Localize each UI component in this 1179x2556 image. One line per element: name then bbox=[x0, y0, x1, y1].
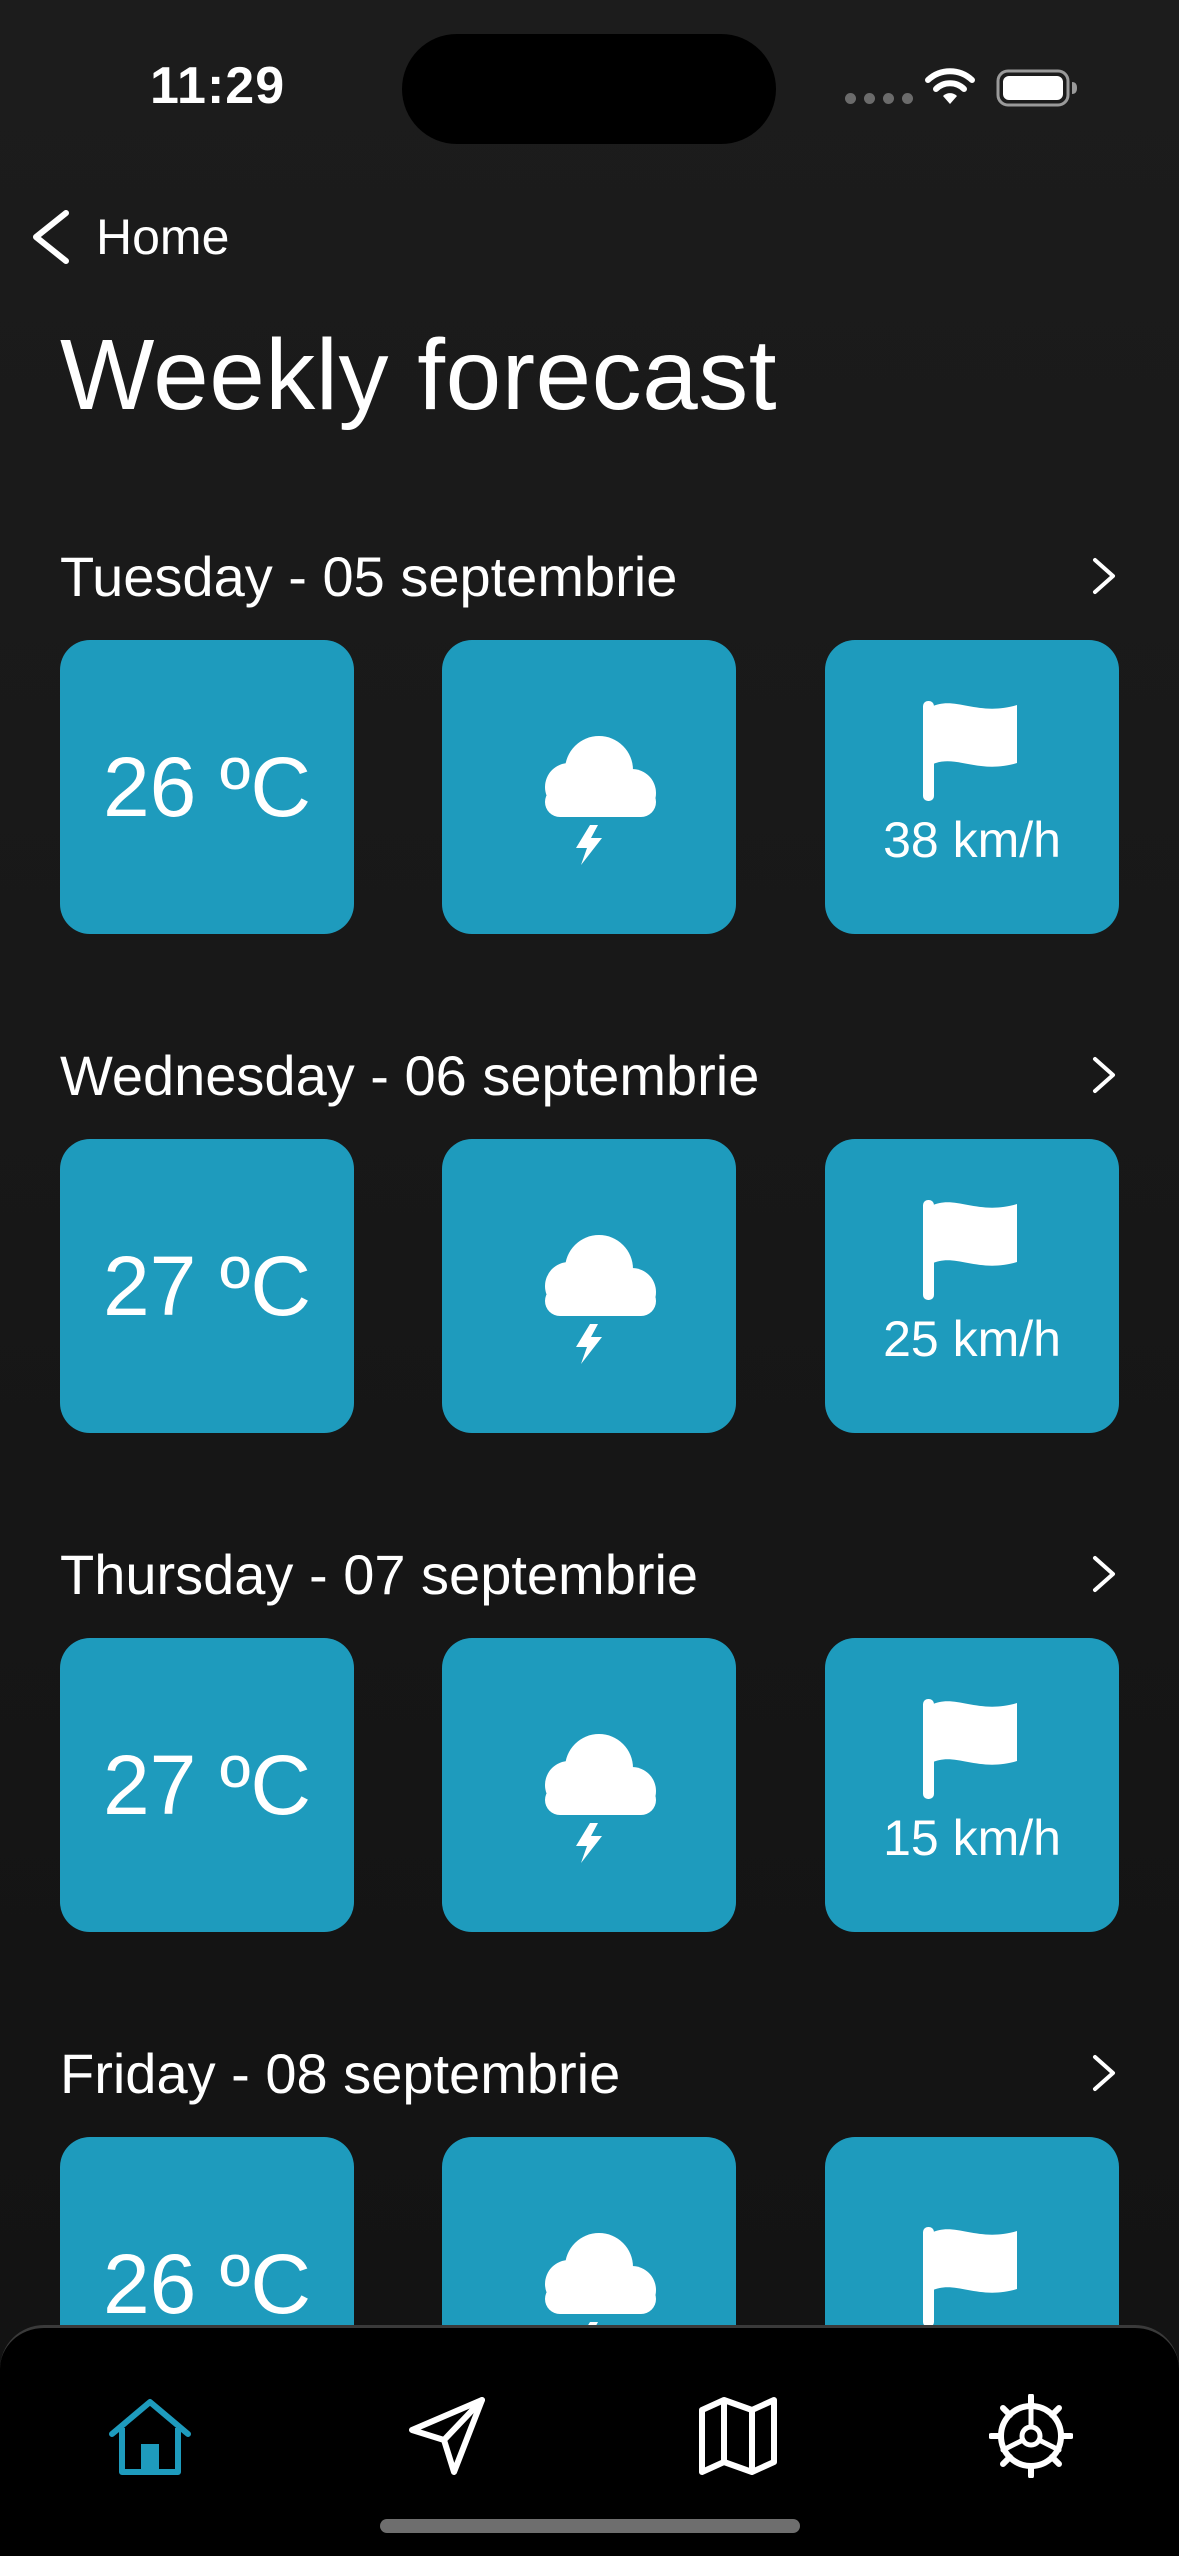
wind-speed: 38 km/h bbox=[883, 812, 1061, 868]
wifi-icon bbox=[925, 68, 975, 104]
temperature-value: 27 ºC bbox=[102, 1737, 312, 1832]
tab-home[interactable] bbox=[102, 2388, 198, 2484]
tab-bar bbox=[0, 2325, 1179, 2556]
chevron-right-icon bbox=[1093, 558, 1115, 594]
wind-speed: 25 km/h bbox=[883, 1311, 1061, 1367]
condition-card[interactable] bbox=[442, 640, 736, 934]
wind-card[interactable]: 38 km/h bbox=[825, 640, 1119, 934]
tab-map[interactable] bbox=[690, 2388, 786, 2484]
wind-speed: 15 km/h bbox=[883, 1810, 1061, 1866]
wind-card[interactable]: 15 km/h bbox=[825, 1638, 1119, 1932]
page-title: Weekly forecast bbox=[60, 319, 778, 431]
flag-icon bbox=[923, 1699, 1017, 1799]
day-header[interactable]: Thursday - 07 septembrie bbox=[60, 1534, 1119, 1614]
chevron-right-icon bbox=[1093, 1057, 1115, 1093]
day-title: Wednesday - 06 septembrie bbox=[60, 1043, 760, 1107]
dynamic-island bbox=[402, 34, 776, 144]
day-title: Friday - 08 septembrie bbox=[60, 2041, 621, 2105]
day-title: Thursday - 07 septembrie bbox=[60, 1542, 699, 1606]
tab-send[interactable] bbox=[400, 2388, 496, 2484]
thunderstorm-icon bbox=[545, 1235, 656, 1364]
settings-icon bbox=[989, 2394, 1073, 2478]
day-section: Wednesday - 06 septembrie 27 ºC 25 km/h bbox=[60, 1035, 1119, 1433]
flag-icon bbox=[923, 701, 1017, 801]
temperature-value: 26 ºC bbox=[102, 2236, 312, 2331]
temperature-card[interactable]: 26 ºC bbox=[60, 640, 354, 934]
day-section: Tuesday - 05 septembrie 26 ºC 38 km/h bbox=[60, 536, 1119, 934]
day-section: Thursday - 07 septembrie 27 ºC 15 km/h bbox=[60, 1534, 1119, 1932]
day-title: Tuesday - 05 septembrie bbox=[60, 544, 678, 608]
temperature-value: 27 ºC bbox=[102, 1238, 312, 1333]
back-button[interactable]: Home bbox=[26, 205, 229, 269]
temperature-card[interactable]: 27 ºC bbox=[60, 1638, 354, 1932]
flag-icon bbox=[923, 2227, 1017, 2327]
status-time: 11:29 bbox=[150, 57, 286, 115]
back-label: Home bbox=[96, 209, 230, 265]
cellular-signal-icon bbox=[845, 93, 913, 104]
temperature-value: 26 ºC bbox=[102, 739, 312, 834]
tab-settings[interactable] bbox=[983, 2388, 1079, 2484]
chevron-right-icon bbox=[1093, 2055, 1115, 2091]
day-header[interactable]: Tuesday - 05 septembrie bbox=[60, 536, 1119, 616]
thunderstorm-icon bbox=[545, 1734, 656, 1863]
home-icon bbox=[109, 2399, 191, 2475]
condition-card[interactable] bbox=[442, 1139, 736, 1433]
day-header[interactable]: Wednesday - 06 septembrie bbox=[60, 1035, 1119, 1115]
condition-card[interactable] bbox=[442, 1638, 736, 1932]
thunderstorm-icon bbox=[545, 736, 656, 865]
day-section: Friday - 08 septembrie 26 ºC bbox=[60, 2033, 1119, 2431]
home-indicator bbox=[380, 2519, 800, 2533]
send-icon bbox=[409, 2397, 485, 2475]
temperature-card[interactable]: 27 ºC bbox=[60, 1139, 354, 1433]
wind-card[interactable]: 25 km/h bbox=[825, 1139, 1119, 1433]
flag-icon bbox=[923, 1200, 1017, 1300]
day-header[interactable]: Friday - 08 septembrie bbox=[60, 2033, 1119, 2113]
chevron-left-icon bbox=[33, 210, 69, 264]
battery-icon bbox=[996, 69, 1077, 107]
chevron-right-icon bbox=[1093, 1556, 1115, 1592]
map-icon bbox=[699, 2397, 777, 2475]
status-bar: 11:29 bbox=[0, 0, 1179, 170]
